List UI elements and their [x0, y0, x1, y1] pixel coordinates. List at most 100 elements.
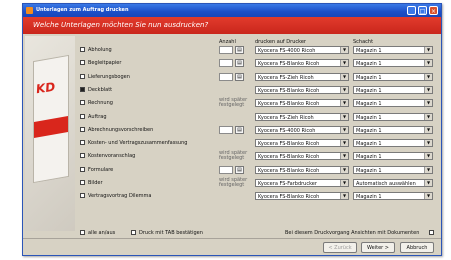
tray-select[interactable]: Magazin 1 ▼ — [353, 85, 433, 94]
count-field[interactable] — [219, 72, 233, 81]
printer-select[interactable]: Kyocera FS-Blanko Ricoh ▼ — [255, 85, 349, 94]
chevron-down-icon: ▼ — [424, 140, 432, 147]
printer-select[interactable]: Kyocera FS-Blanko Ricoh ▼ — [255, 99, 349, 108]
tray-value: Magazin 1 — [356, 141, 382, 148]
tray-select[interactable]: Magazin 1 ▼ — [353, 46, 433, 54]
chevron-down-icon: ▼ — [424, 113, 432, 120]
tray-select[interactable]: Magazin 1 ▼ — [353, 99, 433, 108]
tray-select[interactable]: Magazin 1 ▼ — [353, 139, 433, 148]
chevron-down-icon: ▼ — [424, 86, 432, 93]
chevron-down-icon: ▼ — [424, 166, 432, 173]
next-button[interactable]: Weiter > — [361, 242, 395, 253]
count-field[interactable] — [219, 165, 233, 174]
tray-value: Magazin 1 — [356, 101, 382, 108]
document-label: Kostenvoranschlag — [88, 153, 136, 160]
preview-icon[interactable]: ▤ — [235, 125, 244, 134]
printer-select[interactable]: Kyocera FS-Blanko Ricoh ▼ — [255, 139, 349, 148]
document-checkbox[interactable] — [80, 47, 85, 52]
view-option-checkbox[interactable] — [429, 230, 434, 235]
tray-select[interactable]: Magazin 1 ▼ — [353, 152, 433, 161]
printer-select[interactable]: Kyocera FS-4000 Ricoh ▼ — [255, 46, 349, 54]
document-checkbox[interactable] — [80, 166, 85, 172]
document-label: Lieferungsbogen — [88, 73, 130, 80]
tray-value: Magazin 1 — [356, 154, 382, 161]
tray-select[interactable]: Magazin 1 ▼ — [353, 165, 433, 174]
printer-select[interactable]: Kyocera FS-Blanko Ricoh ▼ — [255, 59, 349, 68]
chevron-down-icon: ▼ — [340, 140, 348, 147]
preview-icon[interactable]: ▤ — [235, 165, 244, 174]
tray-select[interactable]: Magazin 1 ▼ — [353, 59, 433, 68]
printer-select[interactable]: Kyocera FS-Zieh Ricoh ▼ — [255, 72, 349, 81]
tray-value: Magazin 1 — [356, 167, 382, 174]
preview-icon[interactable]: ▤ — [235, 59, 244, 68]
tray-select[interactable]: Magazin 1 ▼ — [353, 72, 433, 81]
maximize-icon[interactable]: □ — [418, 6, 427, 15]
document-checkbox[interactable] — [80, 113, 85, 119]
chevron-down-icon: ▼ — [340, 180, 348, 186]
select-all-checkbox[interactable] — [80, 230, 85, 235]
tray-select[interactable]: Magazin 1 ▼ — [353, 112, 433, 121]
preview-icon[interactable]: ▤ — [235, 72, 244, 81]
chevron-down-icon: ▼ — [424, 126, 432, 133]
document-checkbox[interactable] — [80, 126, 85, 132]
document-checkbox[interactable] — [80, 180, 85, 185]
count-field[interactable] — [219, 125, 233, 134]
printer-select[interactable]: Kyocera FS-Farbdrucker ▼ — [255, 179, 349, 187]
printer-value: Kyocera FS-Blanko Ricoh — [258, 154, 320, 161]
printer-select[interactable]: Kyocera FS-4000 Ricoh ▼ — [255, 125, 349, 134]
flag-graphic — [33, 54, 69, 184]
window-title: Unterlagen zum Auftrag drucken — [36, 7, 129, 13]
tray-select[interactable]: Magazin 1 ▼ — [353, 125, 433, 134]
printer-value: Kyocera FS-4000 Ricoh — [258, 48, 316, 54]
tray-select[interactable]: Magazin 1 ▼ — [353, 192, 433, 201]
printer-value: Kyocera FS-Blanko Ricoh — [258, 194, 320, 201]
print-tab-label: Druck mit TAB bestätigen — [139, 230, 203, 236]
printer-value: Kyocera FS-Blanko Ricoh — [258, 101, 320, 108]
document-checkbox[interactable] — [80, 153, 85, 159]
document-checkbox[interactable] — [80, 140, 85, 146]
print-tab-checkbox[interactable] — [131, 230, 136, 235]
tray-select[interactable]: Automatisch auswählen ▼ — [353, 179, 433, 187]
printer-select[interactable]: Kyocera FS-Blanko Ricoh ▼ — [255, 192, 349, 201]
chevron-down-icon: ▼ — [340, 86, 348, 93]
printer-select[interactable]: Kyocera FS-Zieh Ricoh ▼ — [255, 112, 349, 121]
cancel-button[interactable]: Abbruch — [400, 242, 434, 253]
chevron-down-icon: ▼ — [424, 73, 432, 80]
print-dialog: Unterlagen zum Auftrag drucken _ □ × Wel… — [22, 3, 442, 256]
tray-value: Magazin 1 — [356, 74, 382, 81]
title-bar: Unterlagen zum Auftrag drucken _ □ × — [23, 4, 441, 17]
brand-image: KD — [25, 36, 75, 231]
printer-value: Kyocera FS-Zieh Ricoh — [258, 114, 314, 121]
count-field[interactable] — [219, 59, 233, 68]
printer-value: Kyocera FS-Blanko Ricoh — [258, 141, 320, 148]
back-button[interactable]: < Zurück — [323, 242, 357, 253]
chevron-down-icon: ▼ — [340, 166, 348, 173]
printer-select[interactable]: Kyocera FS-Blanko Ricoh ▼ — [255, 152, 349, 161]
document-checkbox[interactable] — [80, 100, 85, 106]
later-note: wird später festgelegt — [219, 177, 248, 188]
chevron-down-icon: ▼ — [424, 193, 432, 200]
document-label: Begleitpapier — [88, 60, 122, 67]
document-label: Auftrag — [88, 113, 107, 120]
tray-value: Magazin 1 — [356, 61, 382, 68]
document-label: Abrechnungsvorschreiben — [88, 126, 154, 133]
document-checkbox[interactable] — [80, 86, 85, 92]
document-label: Vertragsvortrag Dilemma — [88, 193, 152, 200]
count-field[interactable] — [219, 46, 233, 54]
chevron-down-icon: ▼ — [424, 47, 432, 53]
printer-value: Kyocera FS-Blanko Ricoh — [258, 167, 320, 174]
minimize-icon[interactable]: _ — [407, 6, 416, 15]
chevron-down-icon: ▼ — [424, 153, 432, 160]
printer-value: Kyocera FS-Zieh Ricoh — [258, 74, 314, 81]
document-checkbox[interactable] — [80, 193, 85, 199]
printer-select[interactable]: Kyocera FS-Blanko Ricoh ▼ — [255, 165, 349, 174]
document-checkbox[interactable] — [80, 73, 85, 79]
app-icon — [26, 7, 33, 14]
chevron-down-icon: ▼ — [340, 113, 348, 120]
logo-text: KD — [35, 79, 57, 97]
view-option-label: Bei diesem Druckvorgang Ansichten mit Do… — [285, 230, 420, 236]
document-checkbox[interactable] — [80, 60, 85, 66]
select-all-label: alle an/aus — [88, 230, 116, 236]
preview-icon[interactable]: ▤ — [235, 46, 244, 54]
close-icon[interactable]: × — [429, 6, 438, 15]
